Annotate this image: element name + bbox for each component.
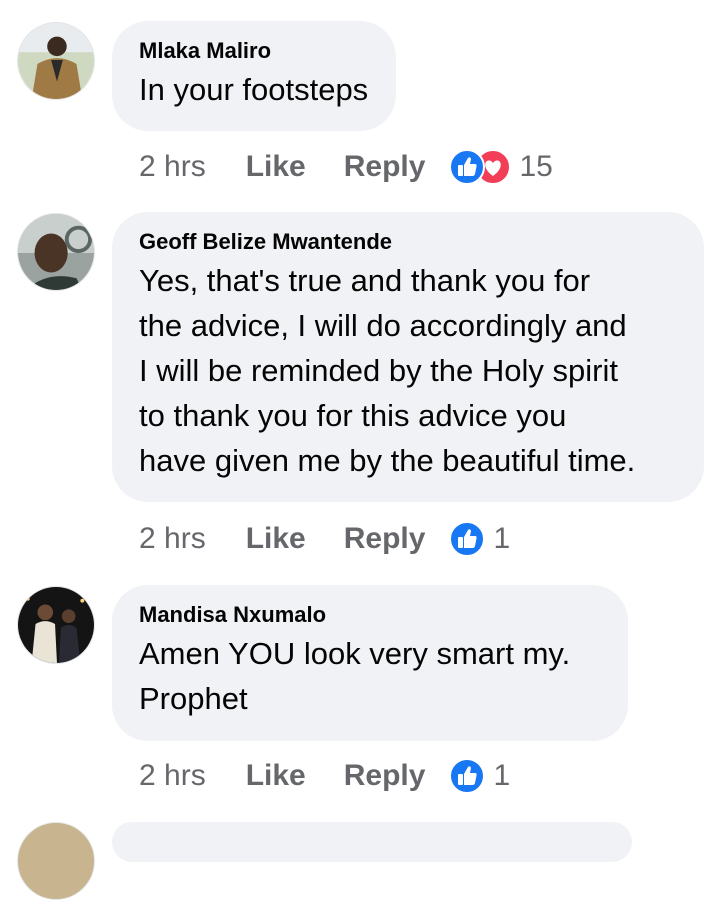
reply-button[interactable]: Reply bbox=[344, 522, 426, 556]
like-icon bbox=[449, 521, 486, 557]
reaction-summary[interactable]: 1 bbox=[449, 758, 510, 794]
like-button[interactable]: Like bbox=[246, 522, 306, 556]
avatar[interactable] bbox=[17, 586, 95, 664]
comment-timestamp[interactable]: 2 hrs bbox=[139, 522, 206, 556]
reaction-summary[interactable]: 15 bbox=[449, 149, 553, 185]
reaction-count: 1 bbox=[493, 522, 511, 555]
comment-bubble bbox=[112, 822, 632, 862]
reaction-count: 15 bbox=[519, 150, 553, 183]
reply-button[interactable]: Reply bbox=[344, 759, 426, 793]
comment-timestamp[interactable]: 2 hrs bbox=[139, 150, 206, 184]
comment-author[interactable]: Geoff Belize Mwantende bbox=[139, 226, 676, 258]
comment-actions: 2 hrs Like Reply 1 bbox=[139, 519, 510, 559]
reply-button[interactable]: Reply bbox=[344, 150, 426, 184]
comment-text: In your footsteps bbox=[139, 72, 369, 107]
reaction-icons bbox=[449, 149, 512, 185]
comment-author[interactable]: Mlaka Maliro bbox=[139, 35, 368, 67]
comment-text: Amen YOU look very smart my. Prophet bbox=[139, 636, 571, 716]
reaction-count: 1 bbox=[493, 759, 511, 792]
comment-actions: 2 hrs Like Reply 1 bbox=[139, 756, 510, 796]
comment-bubble: Geoff Belize Mwantende Yes, that's true … bbox=[112, 212, 704, 502]
like-icon bbox=[449, 758, 486, 794]
comment-bubble: Mlaka Maliro In your footsteps bbox=[112, 21, 397, 131]
like-icon bbox=[449, 149, 486, 185]
comment-actions: 2 hrs Like Reply 15 bbox=[139, 147, 553, 187]
avatar[interactable] bbox=[17, 822, 95, 900]
comment-text: Yes, that's true and thank you for the a… bbox=[139, 263, 636, 478]
comment-bubble: Mandisa Nxumalo Amen YOU look very smart… bbox=[112, 585, 628, 741]
like-button[interactable]: Like bbox=[246, 150, 306, 184]
comment-author[interactable]: Mandisa Nxumalo bbox=[139, 599, 600, 631]
like-button[interactable]: Like bbox=[246, 759, 306, 793]
reaction-summary[interactable]: 1 bbox=[449, 521, 510, 557]
avatar[interactable] bbox=[17, 22, 95, 100]
comment-timestamp[interactable]: 2 hrs bbox=[139, 759, 206, 793]
avatar[interactable] bbox=[17, 213, 95, 291]
